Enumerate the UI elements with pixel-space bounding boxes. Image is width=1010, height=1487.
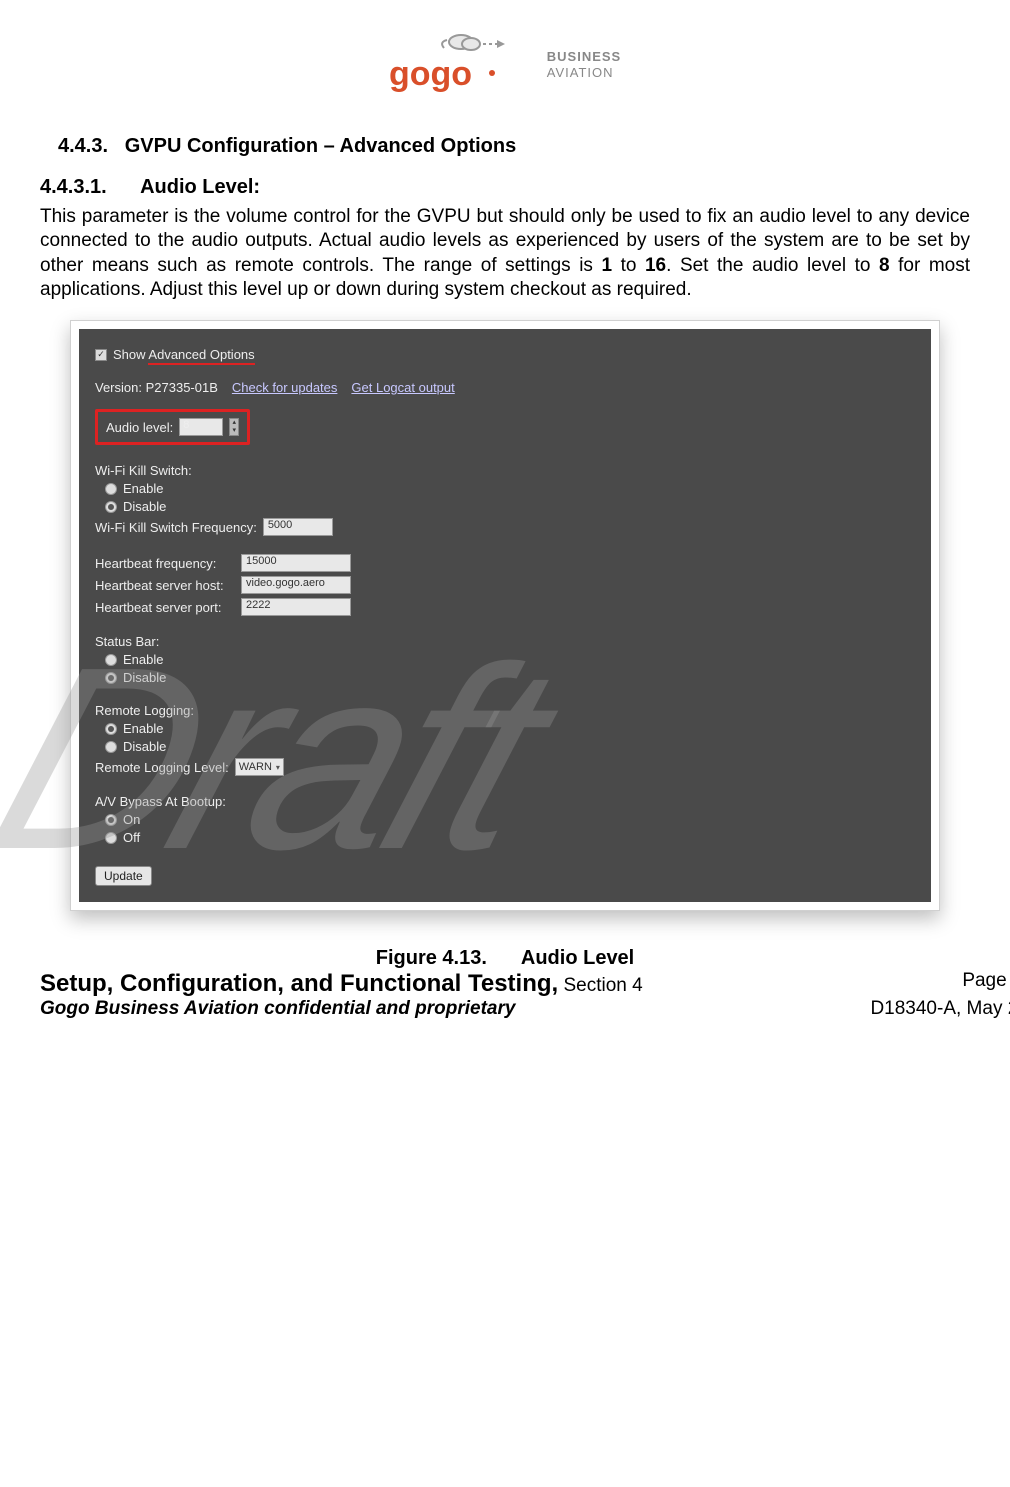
- version-label: Version: P27335-01B: [95, 380, 218, 395]
- status-bar-enable-radio[interactable]: [105, 654, 117, 666]
- chevron-down-icon: ▾: [276, 763, 280, 772]
- figure-screenshot: Show Advanced Options Version: P27335-01…: [70, 320, 940, 970]
- wifi-kill-label: Wi-Fi Kill Switch:: [95, 463, 915, 478]
- remote-logging-disable-radio[interactable]: [105, 741, 117, 753]
- gogo-logo-icon: gogo: [389, 30, 539, 100]
- update-button[interactable]: Update: [95, 866, 152, 886]
- status-bar-disable-radio[interactable]: [105, 672, 117, 684]
- av-bypass-on-radio[interactable]: [105, 814, 117, 826]
- body-paragraph: This parameter is the volume control for…: [40, 205, 970, 302]
- remote-logging-enable-radio[interactable]: [105, 723, 117, 735]
- wifi-freq-input[interactable]: 5000: [263, 518, 333, 536]
- remote-logging-label: Remote Logging:: [95, 703, 915, 718]
- audio-level-input[interactable]: 8: [179, 418, 223, 436]
- subsection-heading: 4.4.3.1. Audio Level:: [40, 176, 970, 199]
- audio-level-label: Audio level:: [106, 420, 173, 435]
- heartbeat-host-input[interactable]: video.gogo.aero: [241, 576, 351, 594]
- check-updates-link[interactable]: Check for updates: [232, 380, 338, 395]
- show-advanced-checkbox-row: Show Advanced Options: [95, 347, 915, 362]
- show-advanced-checkbox[interactable]: [95, 349, 107, 361]
- figure-caption: Figure 4.13.Audio Level: [70, 947, 940, 970]
- wifi-kill-enable-radio[interactable]: [105, 483, 117, 495]
- remote-logging-level-label: Remote Logging Level:: [95, 760, 229, 775]
- av-bypass-label: A/V Bypass At Bootup:: [95, 794, 915, 809]
- wifi-freq-label: Wi-Fi Kill Switch Frequency:: [95, 520, 257, 535]
- status-bar-label: Status Bar:: [95, 634, 915, 649]
- wifi-kill-disable-radio[interactable]: [105, 501, 117, 513]
- logo-subtitle: BUSINESS AVIATION: [547, 49, 621, 80]
- heartbeat-freq-label: Heartbeat frequency:: [95, 556, 235, 571]
- remote-logging-level-select[interactable]: WARN▾: [235, 758, 284, 776]
- audio-level-highlight: Audio level: 8 ▴▾: [95, 409, 250, 445]
- heartbeat-port-input[interactable]: 2222: [241, 598, 351, 616]
- audio-level-stepper[interactable]: ▴▾: [229, 418, 239, 436]
- page-footer: Setup, Configuration, and Functional Tes…: [40, 970, 1010, 1020]
- heartbeat-host-label: Heartbeat server host:: [95, 578, 235, 593]
- heartbeat-port-label: Heartbeat server port:: [95, 600, 235, 615]
- svg-text:gogo: gogo: [389, 55, 472, 93]
- get-logcat-link[interactable]: Get Logcat output: [351, 380, 454, 395]
- section-heading: 4.4.3. GVPU Configuration – Advanced Opt…: [58, 135, 970, 158]
- heartbeat-freq-input[interactable]: 15000: [241, 554, 351, 572]
- header-logo: gogo BUSINESS AVIATION: [40, 30, 970, 105]
- av-bypass-off-radio[interactable]: [105, 832, 117, 844]
